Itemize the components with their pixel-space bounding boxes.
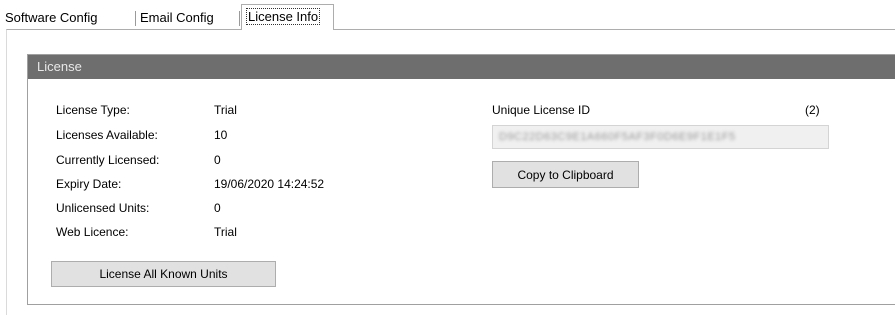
tab-software-config[interactable]: Software Config (1, 8, 136, 29)
license-settings-window: Software Config Email Config License Inf… (0, 0, 895, 315)
unlicensed-units-label: Unlicensed Units: (56, 201, 150, 215)
web-licence-label: Web Licence: (56, 225, 129, 239)
expiry-date-label: Expiry Date: (56, 177, 122, 191)
currently-licensed-label: Currently Licensed: (56, 153, 160, 167)
unlicensed-units-value: 0 (214, 201, 221, 215)
license-type-value: Trial (214, 103, 237, 117)
license-group: License License Type: Trial Licenses Ava… (27, 54, 895, 305)
tab-license-info[interactable]: License Info (241, 4, 334, 30)
unique-license-id-count: (2) (805, 103, 820, 117)
tab-email-config-label: Email Config (140, 10, 214, 25)
tab-email-config[interactable]: Email Config (136, 8, 240, 29)
tab-software-config-label: Software Config (5, 10, 98, 25)
tab-strip: Software Config Email Config License Inf… (0, 0, 895, 30)
expiry-date-value: 19/06/2020 14:24:52 (214, 177, 325, 191)
copy-to-clipboard-button[interactable]: Copy to Clipboard (492, 161, 639, 188)
licenses-available-value: 10 (214, 128, 228, 142)
license-group-header: License (28, 55, 895, 79)
currently-licensed-value: 0 (214, 153, 221, 167)
unique-license-id-field[interactable]: D9C22D63C9E1A660F5AF3F0D6E9F1E1F5 (492, 125, 829, 149)
unique-license-id-value: D9C22D63C9E1A660F5AF3F0D6E9F1E1F5 (499, 131, 736, 143)
unique-license-id-label: Unique License ID (492, 103, 591, 117)
tab-license-info-label: License Info (246, 8, 321, 25)
license-all-known-units-button[interactable]: License All Known Units (51, 261, 276, 287)
licenses-available-label: Licenses Available: (56, 128, 158, 142)
license-type-label: License Type: (56, 103, 130, 117)
web-licence-value: Trial (214, 225, 237, 239)
